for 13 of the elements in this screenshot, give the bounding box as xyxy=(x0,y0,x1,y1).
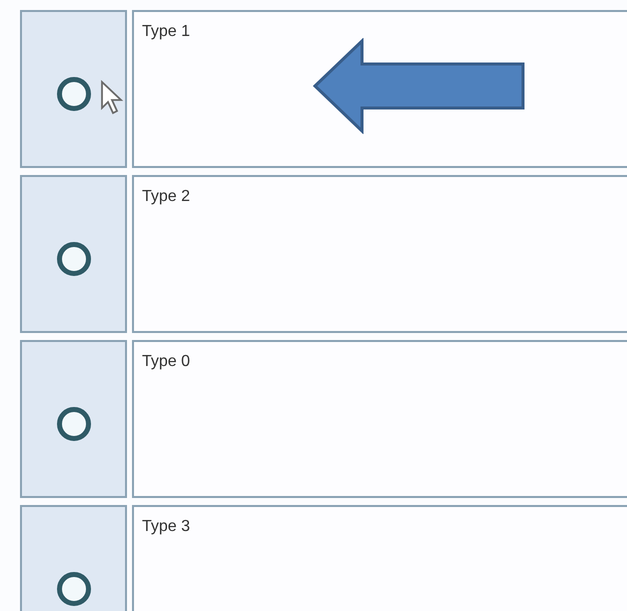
text-area[interactable]: Type 3 xyxy=(132,505,627,611)
mouse-cursor-icon xyxy=(100,80,124,116)
radio-button[interactable] xyxy=(56,77,90,111)
text-area[interactable]: Type 0 xyxy=(132,340,627,498)
type-label: Type 3 xyxy=(142,518,190,535)
type-label: Type 1 xyxy=(142,23,190,40)
radio-button[interactable] xyxy=(56,572,90,606)
type-label: Type 0 xyxy=(142,353,190,370)
radio-button[interactable] xyxy=(56,242,90,276)
text-area[interactable]: Type 1 xyxy=(132,10,627,168)
text-area[interactable]: Type 2 xyxy=(132,175,627,333)
radio-button[interactable] xyxy=(56,407,90,441)
type-label: Type 2 xyxy=(142,188,190,205)
